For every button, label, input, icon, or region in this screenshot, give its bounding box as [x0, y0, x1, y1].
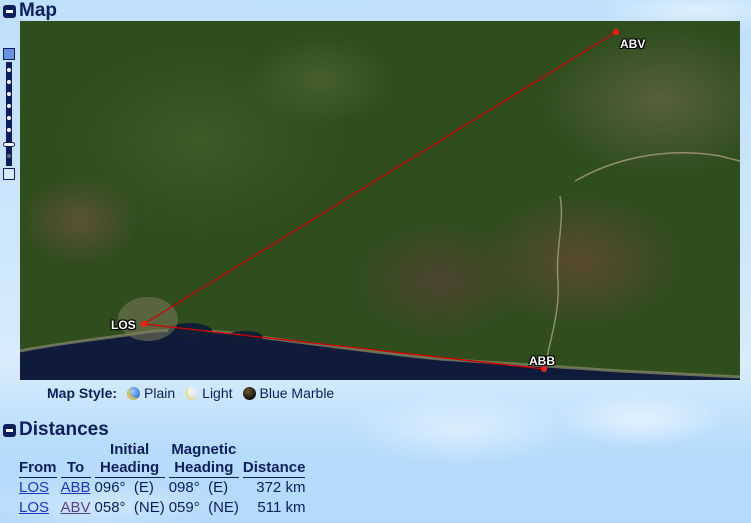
map-section-title: Map: [19, 0, 57, 21]
distance-value: 511 km: [257, 499, 306, 516]
header-initial-bottom: Heading: [100, 459, 160, 476]
header-initial-heading: Initial Heading: [94, 441, 165, 478]
map-style-plain[interactable]: Plain: [127, 385, 175, 401]
to-airport-link[interactable]: ABV: [61, 499, 91, 516]
initial-heading: 096° (E): [94, 479, 154, 496]
airport-label-los[interactable]: LOS: [111, 318, 136, 332]
table-header-row: From To Initial Heading Magnetic Heading D…: [19, 441, 306, 478]
header-from: From: [19, 441, 57, 478]
road: [544, 195, 563, 367]
globe-light-icon: [185, 386, 199, 400]
zoom-slider-handle[interactable]: [3, 142, 15, 147]
zoom-level-dot[interactable]: [7, 128, 11, 132]
road: [574, 152, 740, 182]
header-to: To: [60, 441, 91, 478]
map-style-selector: Map Style: Plain Light Blue Marble: [47, 385, 340, 401]
from-airport-link[interactable]: LOS: [19, 479, 49, 496]
zoom-to-route-icon[interactable]: [3, 48, 15, 60]
table-row: LOS ABV 058° (NE) 059° (NE) 511 km: [19, 498, 305, 518]
airport-label-abv[interactable]: ABV: [620, 37, 645, 51]
airport-label-abb[interactable]: ABB: [529, 354, 555, 368]
zoom-level-dot[interactable]: [7, 116, 11, 120]
map-style-plain-label: Plain: [144, 385, 176, 401]
map-style-blue-marble[interactable]: Blue Marble: [242, 385, 335, 401]
collapse-map-button[interactable]: [3, 4, 16, 18]
header-distance: Distance: [242, 441, 306, 478]
from-airport-link[interactable]: LOS: [19, 499, 49, 516]
globe-plain-icon: [127, 386, 141, 400]
map-style-label: Map Style:: [47, 385, 118, 401]
route-line-los-abv: [143, 31, 617, 325]
zoom-level-dot[interactable]: [7, 154, 11, 158]
zoom-level-dot[interactable]: [7, 80, 11, 84]
airport-marker-los[interactable]: [141, 321, 147, 327]
zoom-slider-track[interactable]: [6, 62, 12, 166]
distance-value: 372 km: [256, 479, 306, 496]
table-row: LOS ABB 096° (E) 098° (E) 372 km: [19, 478, 305, 498]
collapse-distances-button[interactable]: [3, 423, 16, 437]
zoom-level-dot[interactable]: [7, 68, 11, 72]
zoom-world-icon[interactable]: [3, 168, 15, 180]
map-style-light-label: Light: [202, 385, 233, 401]
map-section-header: Map: [3, 0, 57, 22]
header-magnetic-bottom: Heading: [174, 459, 234, 476]
to-airport-link[interactable]: ABB: [61, 479, 91, 496]
zoom-control[interactable]: [3, 48, 15, 180]
zoom-level-dot[interactable]: [7, 92, 11, 96]
magnetic-heading: 098° (E): [168, 479, 229, 496]
header-initial-top: Initial: [110, 441, 150, 458]
header-magnetic-top: Magnetic: [171, 441, 237, 458]
map-style-light[interactable]: Light: [185, 385, 233, 401]
distances-section-title: Distances: [19, 419, 109, 440]
airport-marker-abv[interactable]: [613, 29, 619, 35]
map-style-blue-marble-label: Blue Marble: [259, 385, 335, 401]
map-view[interactable]: LOS ABB ABV: [20, 21, 740, 380]
magnetic-heading: 059° (NE): [168, 499, 239, 516]
distances-table: From To Initial Heading Magnetic Heading D…: [15, 441, 309, 518]
header-magnetic-heading: Magnetic Heading: [168, 441, 239, 478]
globe-blue-marble-icon: [242, 386, 256, 400]
distances-section-header: Distances: [3, 419, 109, 441]
initial-heading: 058° (NE): [94, 499, 165, 516]
zoom-level-dot[interactable]: [7, 104, 11, 108]
